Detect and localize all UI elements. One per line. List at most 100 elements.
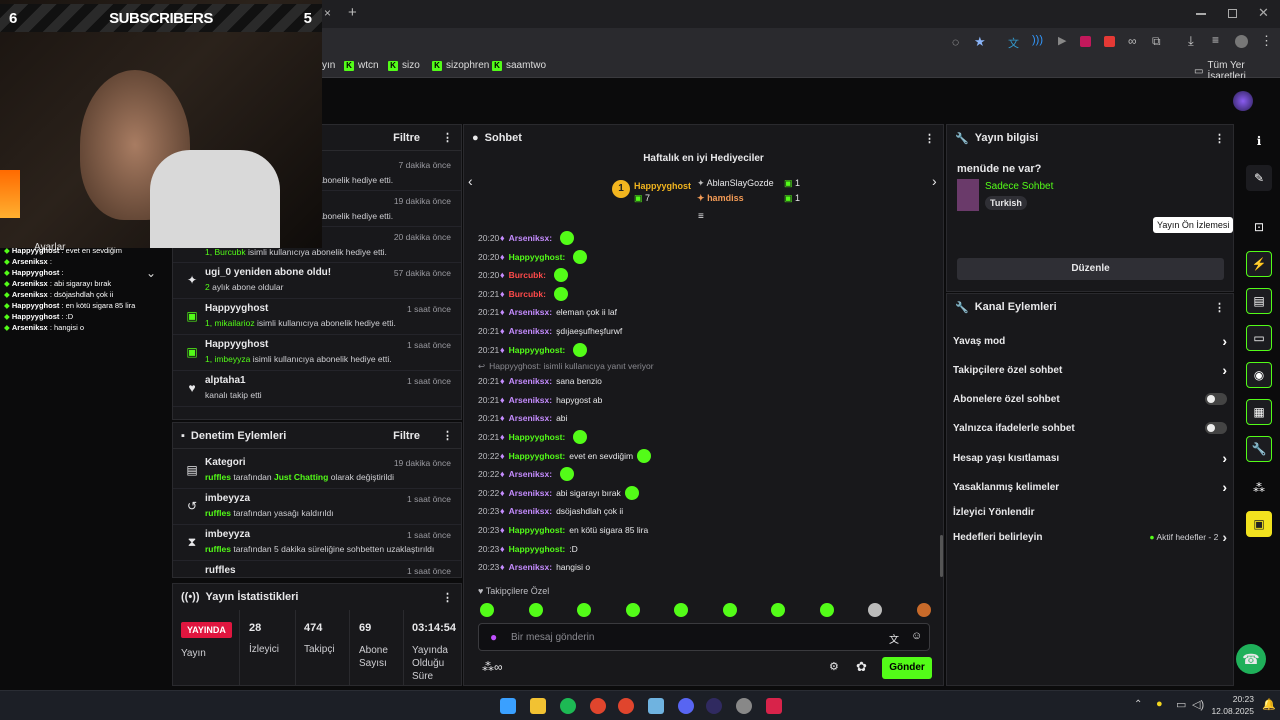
more-icon[interactable]: ⋮ xyxy=(442,591,453,604)
action-banned-words[interactable]: Yasaklanmış kelimeler › xyxy=(953,475,1227,499)
scrollbar[interactable] xyxy=(940,535,943,577)
emote-icon[interactable] xyxy=(868,603,882,617)
emote-icon[interactable] xyxy=(819,603,834,617)
menu-icon[interactable]: ⋮ xyxy=(1260,33,1273,49)
mic-icon[interactable]: ● xyxy=(490,630,497,644)
start-icon[interactable] xyxy=(500,698,516,714)
minimize-icon[interactable] xyxy=(1196,13,1206,15)
chrome-active-icon[interactable] xyxy=(618,698,634,714)
chat-username[interactable]: Arseniksx: xyxy=(509,376,552,386)
support-icon[interactable]: ☎ xyxy=(1236,644,1266,674)
chat-username[interactable]: Happyyghost: xyxy=(509,544,566,554)
emoji-icon[interactable]: ☺ xyxy=(911,630,922,642)
chrome-icon[interactable] xyxy=(590,698,606,714)
emote-icon[interactable] xyxy=(625,603,640,617)
mic-icon[interactable]: ● xyxy=(1156,698,1163,710)
window-close-icon[interactable]: ✕ xyxy=(1258,5,1269,21)
bookmark-item[interactable]: Ksizo xyxy=(388,60,420,71)
explorer-icon[interactable] xyxy=(530,698,546,714)
emotes-only-toggle[interactable] xyxy=(1205,422,1227,434)
bookmark-item[interactable]: yın xyxy=(322,60,335,71)
bookmark-item[interactable]: Ksaamtwo xyxy=(492,60,546,71)
chat-bubble-icon[interactable]: ▭ xyxy=(1246,325,1272,351)
volume-icon[interactable]: ◁) xyxy=(1192,698,1204,711)
people-icon[interactable]: ⁂ xyxy=(1246,475,1272,501)
preview-icon[interactable]: ⊡ xyxy=(1246,214,1272,240)
chat-username[interactable]: Happyyghost: xyxy=(509,345,566,355)
action-account-age[interactable]: Hesap yaşı kısıtlaması › xyxy=(953,446,1227,470)
filter-button[interactable]: Filtre xyxy=(393,430,420,442)
profile-avatar[interactable] xyxy=(1235,35,1248,48)
layout-icon[interactable]: ▦ xyxy=(1246,399,1272,425)
action-set-goals[interactable]: Hedefleri belirleyin ● Aktif hedefler - 2… xyxy=(953,525,1227,549)
more-icon[interactable]: ⋮ xyxy=(442,131,453,144)
app-icon[interactable] xyxy=(766,698,782,714)
maximize-icon[interactable] xyxy=(1228,9,1237,18)
category-name[interactable]: Sadece Sohbet xyxy=(985,181,1053,192)
chat-input[interactable]: Bir mesaj gönderin xyxy=(511,632,594,643)
extension-icon[interactable]: ∞ xyxy=(1128,34,1137,48)
more-icon[interactable]: ⋮ xyxy=(1214,132,1225,145)
chevron-up-icon[interactable]: ⌃ xyxy=(1134,699,1142,710)
gear-icon[interactable]: ⚙ xyxy=(829,660,839,673)
spotify-icon[interactable] xyxy=(560,698,576,714)
info-icon[interactable]: ℹ xyxy=(1246,128,1272,154)
extension-icon[interactable] xyxy=(1104,36,1115,47)
action-slow-mode[interactable]: Yavaş mod › xyxy=(953,329,1227,353)
audio-icon[interactable]: ))) xyxy=(1032,34,1043,46)
emote-icon[interactable] xyxy=(480,603,494,617)
translate-icon[interactable]: 文 xyxy=(889,631,899,646)
chat-username[interactable]: Happyyghost: xyxy=(509,525,566,535)
tab-close-icon[interactable]: × xyxy=(324,6,331,20)
subs-only-toggle[interactable] xyxy=(1205,393,1227,405)
more-icon[interactable]: ⋮ xyxy=(1214,301,1225,314)
emote-icon[interactable] xyxy=(916,603,931,617)
chat-username[interactable]: Arseniksx: xyxy=(509,233,552,243)
chat-username[interactable]: Happyyghost: xyxy=(509,432,566,442)
chat-username[interactable]: Burcubk: xyxy=(509,270,546,280)
chat-username[interactable]: Happyyghost: xyxy=(509,451,566,461)
people-icon[interactable]: ⁂∞ xyxy=(482,660,503,674)
app-icon[interactable] xyxy=(648,698,664,714)
obs-icon[interactable] xyxy=(706,698,722,714)
network-icon[interactable]: ▭ xyxy=(1176,698,1186,711)
emote-icon[interactable] xyxy=(528,603,543,617)
emote-icon[interactable] xyxy=(577,603,591,617)
emote-icon[interactable] xyxy=(722,603,737,617)
broadcast-icon[interactable]: ◉ xyxy=(1246,362,1272,388)
notes-icon[interactable]: ▤ xyxy=(1246,288,1272,314)
play-icon[interactable]: ▶ xyxy=(1058,34,1066,47)
eye-off-icon[interactable]: ◌ xyxy=(952,35,959,49)
emote-icon[interactable] xyxy=(771,603,785,617)
user-avatar[interactable] xyxy=(1233,91,1253,111)
chat-username[interactable]: Burcubk: xyxy=(509,289,546,299)
filter-button[interactable]: Filtre xyxy=(393,132,420,144)
extension-icon[interactable] xyxy=(1080,36,1091,47)
action-raid[interactable]: İzleyici Yönlendir xyxy=(953,500,1227,524)
bookmark-item[interactable]: Kwtcn xyxy=(344,60,379,71)
new-tab-button[interactable]: + xyxy=(348,4,357,21)
chat-username[interactable]: Happyyghost: xyxy=(509,252,566,262)
chat-username[interactable]: Arseniksx: xyxy=(509,469,552,479)
emote-icon[interactable] xyxy=(674,603,688,617)
action-followers-only[interactable]: Takipçilere özel sohbet › xyxy=(953,358,1227,382)
chevron-right-icon[interactable]: › xyxy=(932,173,937,189)
clapper-icon[interactable]: ▣ xyxy=(1246,511,1272,537)
chat-input-box[interactable]: ● Bir mesaj gönderin 文 ☺ xyxy=(478,623,930,651)
settings-icon[interactable]: ✿ xyxy=(856,659,867,675)
wrench-icon[interactable]: 🔧 xyxy=(1246,436,1272,462)
chat-username[interactable]: Arseniksx: xyxy=(509,506,552,516)
star-icon[interactable]: ★ xyxy=(974,34,986,50)
edit-button[interactable]: Düzenle xyxy=(957,258,1224,280)
discord-icon[interactable] xyxy=(678,698,694,714)
edit-icon[interactable]: ✎ xyxy=(1246,165,1272,191)
chat-username[interactable]: Arseniksx: xyxy=(509,562,552,572)
more-icon[interactable]: ⋮ xyxy=(442,429,453,442)
chat-username[interactable]: Arseniksx: xyxy=(509,395,552,405)
media-icon[interactable]: ≡ xyxy=(1212,33,1219,47)
chat-username[interactable]: Arseniksx: xyxy=(509,326,552,336)
more-icon[interactable]: ⋮ xyxy=(924,132,935,145)
send-button[interactable]: Gönder xyxy=(882,657,932,679)
chat-username[interactable]: Arseniksx: xyxy=(509,488,552,498)
bookmark-item[interactable]: Ksizophren xyxy=(432,60,489,71)
